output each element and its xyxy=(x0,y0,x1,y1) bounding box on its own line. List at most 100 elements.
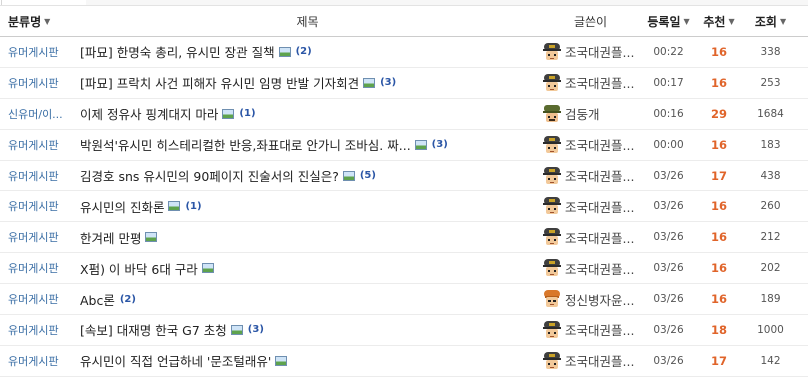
view-count: 212 xyxy=(760,231,781,244)
row-category-link[interactable]: 유머게시판 xyxy=(0,137,72,153)
table-row: 유머게시판 유시민의 진화론 (1) 조국대권플... 03/26 16 260 xyxy=(0,191,808,223)
board-tab-active[interactable] xyxy=(1,0,87,5)
row-category-link[interactable]: 유머게시판 xyxy=(0,198,72,214)
helmet-avatar-icon xyxy=(541,165,563,187)
header-category[interactable]: 분류명 ▼ xyxy=(0,13,72,30)
header-recommend[interactable]: 추천 ▼ xyxy=(695,13,743,30)
comment-count[interactable]: (3) xyxy=(248,324,264,335)
recommend-count: 17 xyxy=(710,353,727,368)
post-title-link[interactable]: 한겨레 만평 xyxy=(80,228,141,247)
recommend-count: 16 xyxy=(710,199,727,214)
row-category-link[interactable]: 유머게시판 xyxy=(0,168,72,184)
recommend-count: 16 xyxy=(710,292,727,307)
post-title-link[interactable]: [파묘] 프락치 사건 피해자 유시민 임명 반발 기자회견 xyxy=(80,73,359,92)
row-title-cell: [파묘] 프락치 사건 피해자 유시민 임명 반발 기자회견 (3) xyxy=(72,73,539,92)
header-views[interactable]: 조회 ▼ xyxy=(743,13,798,30)
header-author-label: 글쓴이 xyxy=(573,14,608,29)
row-author[interactable]: 조국대권플... xyxy=(539,257,642,279)
board-list: 분류명 ▼ 제목 글쓴이 등록일 ▼ 추천 ▼ 조회 ▼ 유머게시판 [파묘] 한… xyxy=(0,0,808,377)
row-author[interactable]: 조국대권플... xyxy=(539,41,642,63)
row-category-link[interactable]: 유머게시판 xyxy=(0,75,72,91)
row-author[interactable]: 조국대권플... xyxy=(539,165,642,187)
header-date[interactable]: 등록일 ▼ xyxy=(642,13,695,30)
row-author[interactable]: 조국대권플... xyxy=(539,195,642,217)
image-attachment-icon xyxy=(222,108,235,119)
row-author[interactable]: 조국대권플... xyxy=(539,72,642,94)
helmet-avatar-icon xyxy=(541,226,563,248)
author-name: 조국대권플... xyxy=(565,76,635,92)
board-tab-inactive[interactable] xyxy=(86,0,808,5)
header-title: 제목 xyxy=(72,13,539,30)
view-count: 1684 xyxy=(757,107,784,120)
row-title-cell: 유시민이 직접 언급하네 '문조털래유' xyxy=(72,351,539,370)
post-title-link[interactable]: [파묘] 한명숙 총리, 유시민 장관 질책 xyxy=(80,42,275,61)
post-title-link[interactable]: 김경호 sns 유시민의 90페이지 진술서의 진실은? xyxy=(80,166,339,185)
row-author[interactable]: 검둥개 xyxy=(539,103,642,125)
row-category-link[interactable]: 유머게시판 xyxy=(0,291,72,307)
sort-down-icon: ▼ xyxy=(728,16,735,26)
recommend-count: 29 xyxy=(710,106,727,121)
author-name: 조국대권플... xyxy=(565,261,635,277)
comment-count[interactable]: (5) xyxy=(360,170,376,181)
author-name: 조국대권플... xyxy=(565,354,635,370)
comment-count[interactable]: (3) xyxy=(432,139,448,150)
row-author[interactable]: 조국대권플... xyxy=(539,226,642,248)
post-date: 00:00 xyxy=(653,138,684,151)
header-category-label: 분류명 xyxy=(8,14,42,29)
comment-count[interactable]: (1) xyxy=(239,108,255,119)
row-author[interactable]: 조국대권플... xyxy=(539,319,642,341)
helmet-avatar-icon xyxy=(541,41,563,63)
table-row: 신유머/이... 이제 정유사 핑계대지 마라 (1) 검둥개 00:16 29 1684 xyxy=(0,99,808,130)
author-name: 정신병자윤... xyxy=(565,292,635,308)
row-category-link[interactable]: 유머게시판 xyxy=(0,260,72,276)
image-attachment-icon xyxy=(145,232,158,243)
row-author[interactable]: 조국대권플... xyxy=(539,134,642,156)
row-title-cell: X펌) 이 바닥 6대 구라 xyxy=(72,259,539,278)
row-title-cell: 이제 정유사 핑계대지 마라 (1) xyxy=(72,104,539,123)
table-row: 유머게시판 박원석'유시민 히스테리컬한 반응,좌표대로 안가니 조바심. 짜..… xyxy=(0,130,808,161)
row-category-link[interactable]: 유머게시판 xyxy=(0,44,72,60)
recommend-count: 18 xyxy=(710,322,727,337)
post-date: 03/26 xyxy=(653,323,684,336)
recommend-count: 16 xyxy=(710,44,727,59)
recommend-count: 16 xyxy=(710,137,727,152)
row-title-cell: 한겨레 만평 xyxy=(72,228,539,247)
author-name: 조국대권플... xyxy=(565,199,635,215)
image-attachment-icon xyxy=(414,139,427,150)
post-title-link[interactable]: 박원석'유시민 히스테리컬한 반응,좌표대로 안가니 조바심. 짜... xyxy=(80,135,411,154)
image-attachment-icon xyxy=(201,263,214,274)
comment-count[interactable]: (3) xyxy=(380,77,396,88)
post-title-link[interactable]: 유시민이 직접 언급하네 '문조털래유' xyxy=(80,351,271,370)
post-title-link[interactable]: 유시민의 진화론 xyxy=(80,197,164,216)
comment-count[interactable]: (1) xyxy=(185,201,201,212)
soldier-avatar-icon xyxy=(541,103,563,125)
comment-count[interactable]: (2) xyxy=(296,46,312,57)
image-attachment-icon xyxy=(168,201,181,212)
author-name: 검둥개 xyxy=(565,107,600,123)
post-date: 03/26 xyxy=(653,262,684,275)
row-category-link[interactable]: 신유머/이... xyxy=(0,106,72,122)
row-category-link[interactable]: 유머게시판 xyxy=(0,229,72,245)
row-author[interactable]: 조국대권플... xyxy=(539,350,642,372)
helmet-avatar-icon xyxy=(541,350,563,372)
helmet-avatar-icon xyxy=(541,134,563,156)
row-title-cell: [파묘] 한명숙 총리, 유시민 장관 질책 (2) xyxy=(72,42,539,61)
author-name: 조국대권플... xyxy=(565,230,635,246)
comment-count[interactable]: (2) xyxy=(120,294,136,305)
post-date: 00:16 xyxy=(653,107,684,120)
post-title-link[interactable]: X펌) 이 바닥 6대 구라 xyxy=(80,259,198,278)
image-attachment-icon xyxy=(278,46,291,57)
post-title-link[interactable]: [속보] 대재명 한국 G7 초청 xyxy=(80,320,227,339)
row-title-cell: [속보] 대재명 한국 G7 초청 (3) xyxy=(72,320,539,339)
row-author[interactable]: 정신병자윤... xyxy=(539,288,642,310)
table-row: 유머게시판 김경호 sns 유시민의 90페이지 진술서의 진실은? (5) 조국대권… xyxy=(0,161,808,192)
row-category-link[interactable]: 유머게시판 xyxy=(0,322,72,338)
header-recommend-label: 추천 xyxy=(703,14,726,29)
row-title-cell: 김경호 sns 유시민의 90페이지 진술서의 진실은? (5) xyxy=(72,166,539,185)
post-date: 00:22 xyxy=(653,45,684,58)
row-category-link[interactable]: 유머게시판 xyxy=(0,353,72,369)
view-count: 142 xyxy=(760,354,781,367)
recommend-count: 17 xyxy=(710,168,727,183)
post-title-link[interactable]: Abc론 xyxy=(80,290,115,309)
post-title-link[interactable]: 이제 정유사 핑계대지 마라 xyxy=(80,104,218,123)
